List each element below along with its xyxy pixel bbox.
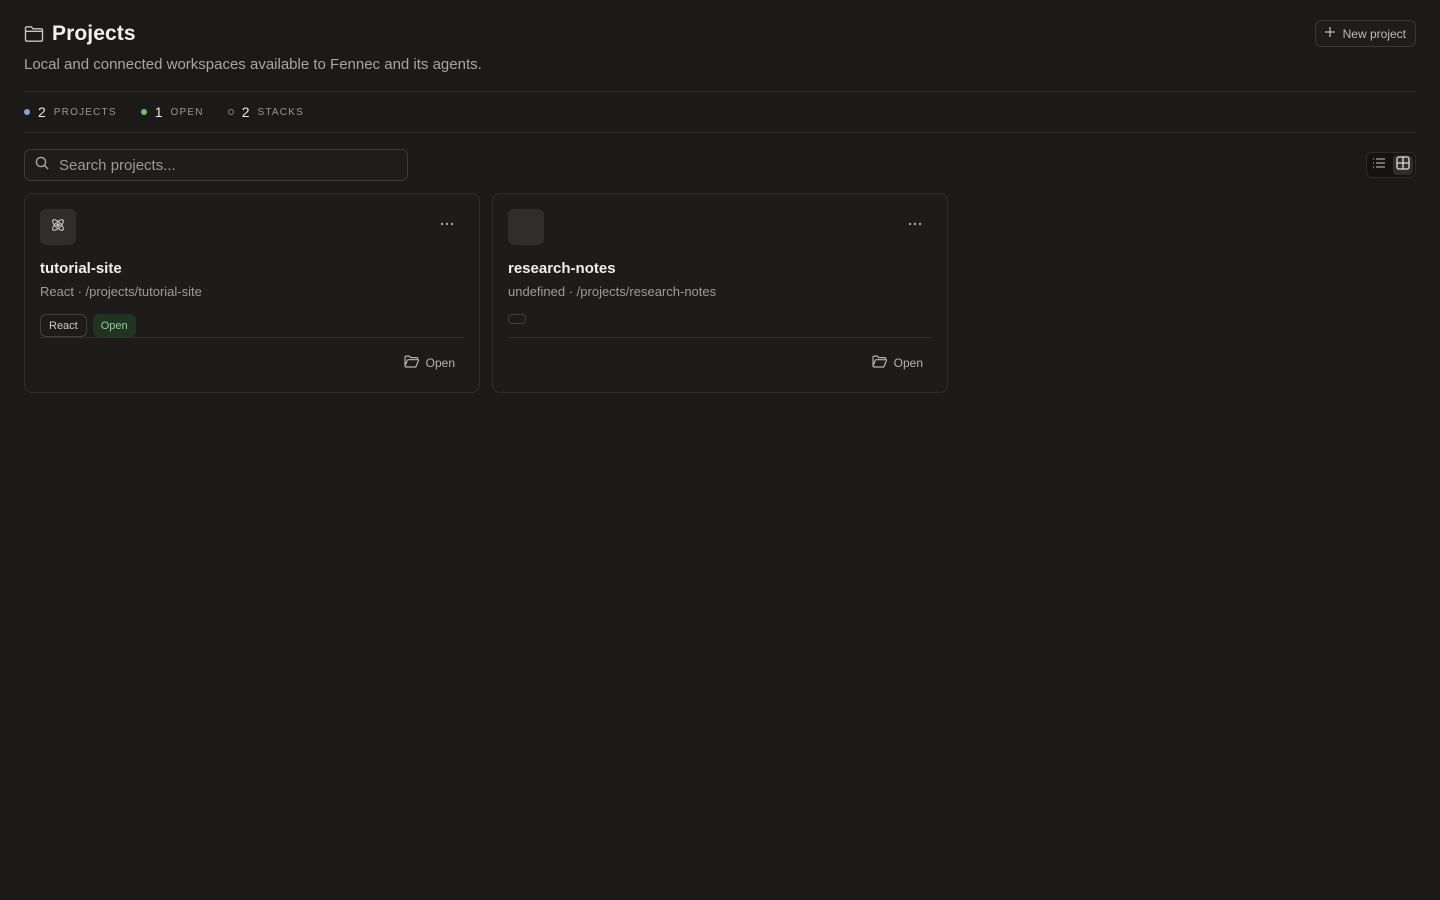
project-card[interactable]: tutorial-site React · /projects/tutorial…: [24, 193, 480, 393]
plus-icon: [1324, 26, 1336, 41]
new-project-button[interactable]: New project: [1314, 20, 1416, 47]
folder-open-icon: [404, 355, 420, 371]
page-header: Projects Local and connected workspaces …: [24, 20, 1416, 80]
stat-stacks: 2 STACKS: [227, 104, 304, 120]
ellipsis-icon: [908, 213, 922, 231]
ellipsis-icon: [440, 213, 454, 231]
projects-dot: [24, 109, 30, 115]
open-label: Open: [425, 356, 455, 370]
stack-tag: [508, 314, 526, 324]
project-tags: React Open: [40, 314, 136, 337]
folder-icon: [24, 25, 44, 43]
open-label: Open: [893, 356, 923, 370]
card-divider: [40, 337, 464, 338]
search-icon: [35, 156, 49, 175]
project-name: tutorial-site: [40, 260, 122, 277]
more-options-button[interactable]: [903, 212, 927, 232]
stats-divider: [24, 132, 1416, 133]
title-row: Projects: [24, 20, 1416, 48]
stat-projects: 2 PROJECTS: [24, 104, 117, 120]
new-project-label: New project: [1342, 26, 1406, 41]
search-input[interactable]: [57, 155, 377, 175]
stat-count: 2: [38, 104, 46, 120]
page-subtitle: Local and connected workspaces available…: [24, 56, 482, 73]
stack-tag: React: [40, 314, 87, 337]
page-title: Projects: [52, 22, 136, 45]
card-divider: [508, 337, 932, 338]
project-meta: undefined · /projects/research-notes: [508, 284, 717, 299]
react-icon: [50, 217, 66, 238]
folder-open-icon: [872, 355, 888, 371]
project-icon: [508, 209, 544, 245]
status-badge: Open: [92, 314, 136, 337]
open-dot: [140, 109, 147, 115]
stat-count: 1: [154, 104, 163, 120]
list-view-button[interactable]: [1369, 155, 1389, 175]
stacks-dot: [227, 109, 234, 115]
grid-view-icon: [1396, 155, 1410, 175]
header-divider: [24, 91, 1416, 92]
open-project-button[interactable]: Open: [404, 355, 455, 371]
grid-view-button[interactable]: [1393, 155, 1413, 175]
project-name: research-notes: [508, 260, 616, 277]
project-tags: [508, 314, 526, 324]
search-box[interactable]: [24, 149, 408, 181]
stat-label: STACKS: [257, 106, 304, 118]
list-view-icon: [1372, 156, 1386, 174]
more-options-button[interactable]: [435, 212, 459, 232]
stat-open: 1 OPEN: [140, 104, 204, 120]
stat-count: 2: [241, 104, 250, 120]
project-card[interactable]: research-notes undefined · /projects/res…: [492, 193, 948, 393]
open-project-button[interactable]: Open: [872, 355, 923, 371]
project-meta: React · /projects/tutorial-site: [40, 284, 202, 299]
project-icon: [40, 209, 76, 245]
view-toggle: [1366, 152, 1416, 178]
stats-bar: 2 PROJECTS 1 OPEN 2 STACKS: [24, 102, 304, 122]
stat-label: OPEN: [170, 106, 204, 118]
stat-label: PROJECTS: [53, 106, 117, 118]
projects-page: Projects Local and connected workspaces …: [0, 0, 1440, 900]
